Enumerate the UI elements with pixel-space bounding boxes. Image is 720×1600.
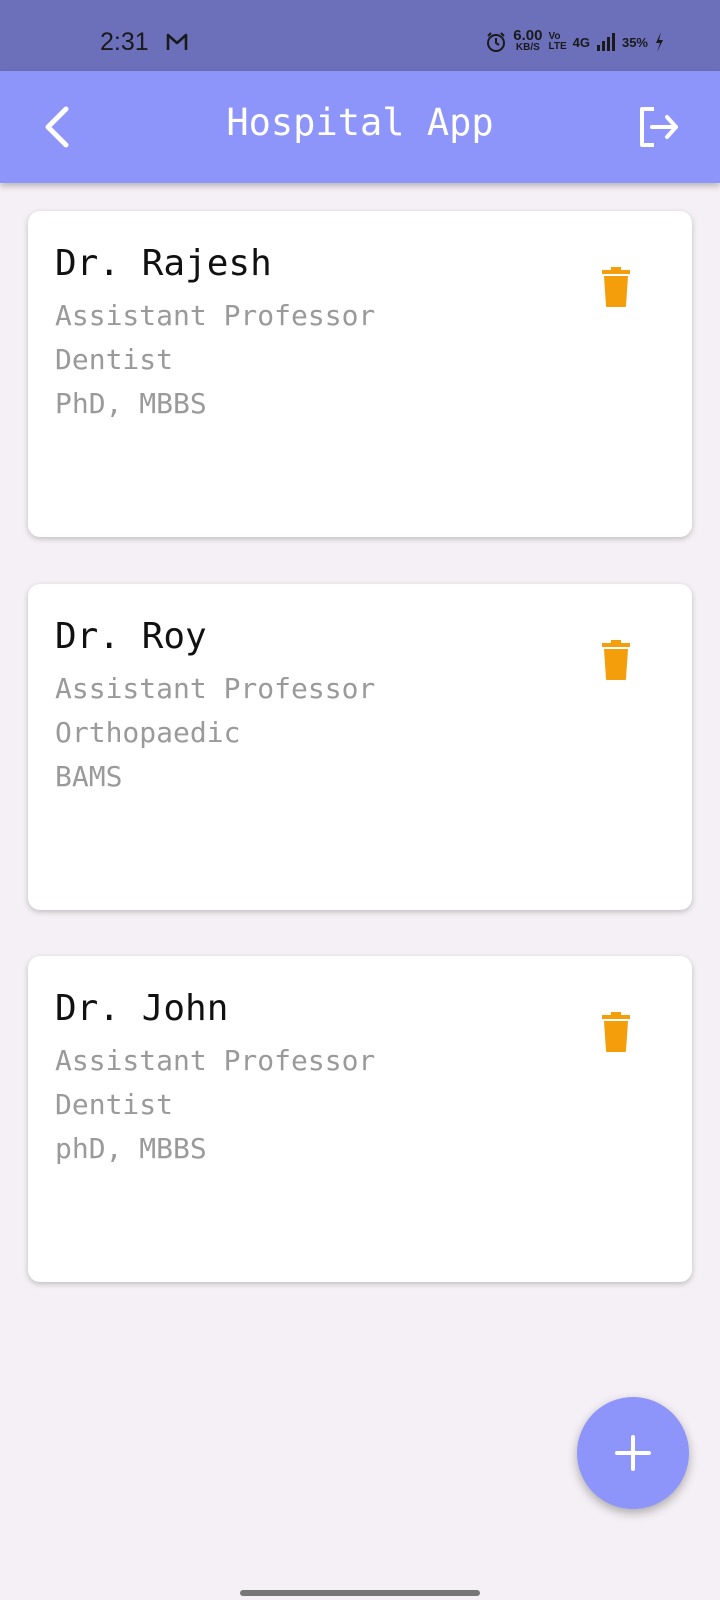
doctor-designation: Assistant Professor — [55, 299, 376, 332]
signal-icon — [596, 33, 615, 51]
network-type: 4G — [572, 34, 590, 50]
network-speed: 6.00 KB/S — [513, 27, 543, 54]
doctor-designation: Assistant Professor — [55, 1044, 376, 1077]
battery-level: 35% — [621, 34, 648, 50]
home-indicator[interactable] — [240, 1590, 480, 1596]
trash-icon[interactable] — [600, 267, 632, 307]
status-time: 2:31 — [100, 28, 149, 56]
doctor-qualification: BAMS — [55, 760, 123, 793]
doctor-name: Dr. John — [55, 988, 229, 1029]
volte-indicator: Vo LTE — [548, 32, 566, 52]
charging-icon — [656, 32, 663, 52]
alarm-icon — [487, 32, 506, 52]
gmail-icon — [166, 33, 188, 50]
doctor-card[interactable]: Dr. John Assistant Professor Dentist phD… — [28, 956, 692, 1282]
doctor-designation: Assistant Professor — [55, 672, 376, 705]
doctor-specialty: Orthopaedic — [55, 716, 241, 749]
doctor-name: Dr. Roy — [55, 616, 207, 657]
app-bar: Hospital App — [0, 71, 720, 183]
trash-icon[interactable] — [600, 1012, 632, 1052]
network-speed-value: 6.00 — [513, 27, 543, 44]
page-title: Hospital App — [226, 101, 494, 144]
doctor-name: Dr. Rajesh — [55, 243, 272, 284]
plus-icon — [615, 1435, 651, 1471]
doctor-card[interactable]: Dr. Rajesh Assistant Professor Dentist P… — [28, 211, 692, 537]
doctor-specialty: Dentist — [55, 1088, 174, 1121]
network-speed-unit: KB/S — [515, 42, 540, 53]
status-bar: 2:31 6.00 KB/S Vo LTE 4G 35% — [0, 0, 720, 71]
doctor-specialty: Dentist — [55, 343, 174, 376]
volte-bottom: LTE — [548, 41, 567, 52]
trash-icon[interactable] — [600, 640, 632, 680]
status-indicators: 6.00 KB/S Vo LTE 4G 35% — [485, 27, 664, 54]
logout-icon[interactable] — [636, 105, 680, 149]
add-doctor-button[interactable] — [577, 1397, 689, 1509]
doctor-card[interactable]: Dr. Roy Assistant Professor Orthopaedic … — [28, 584, 692, 910]
doctor-qualification: PhD, MBBS — [55, 387, 207, 420]
doctor-qualification: phD, MBBS — [55, 1132, 207, 1165]
